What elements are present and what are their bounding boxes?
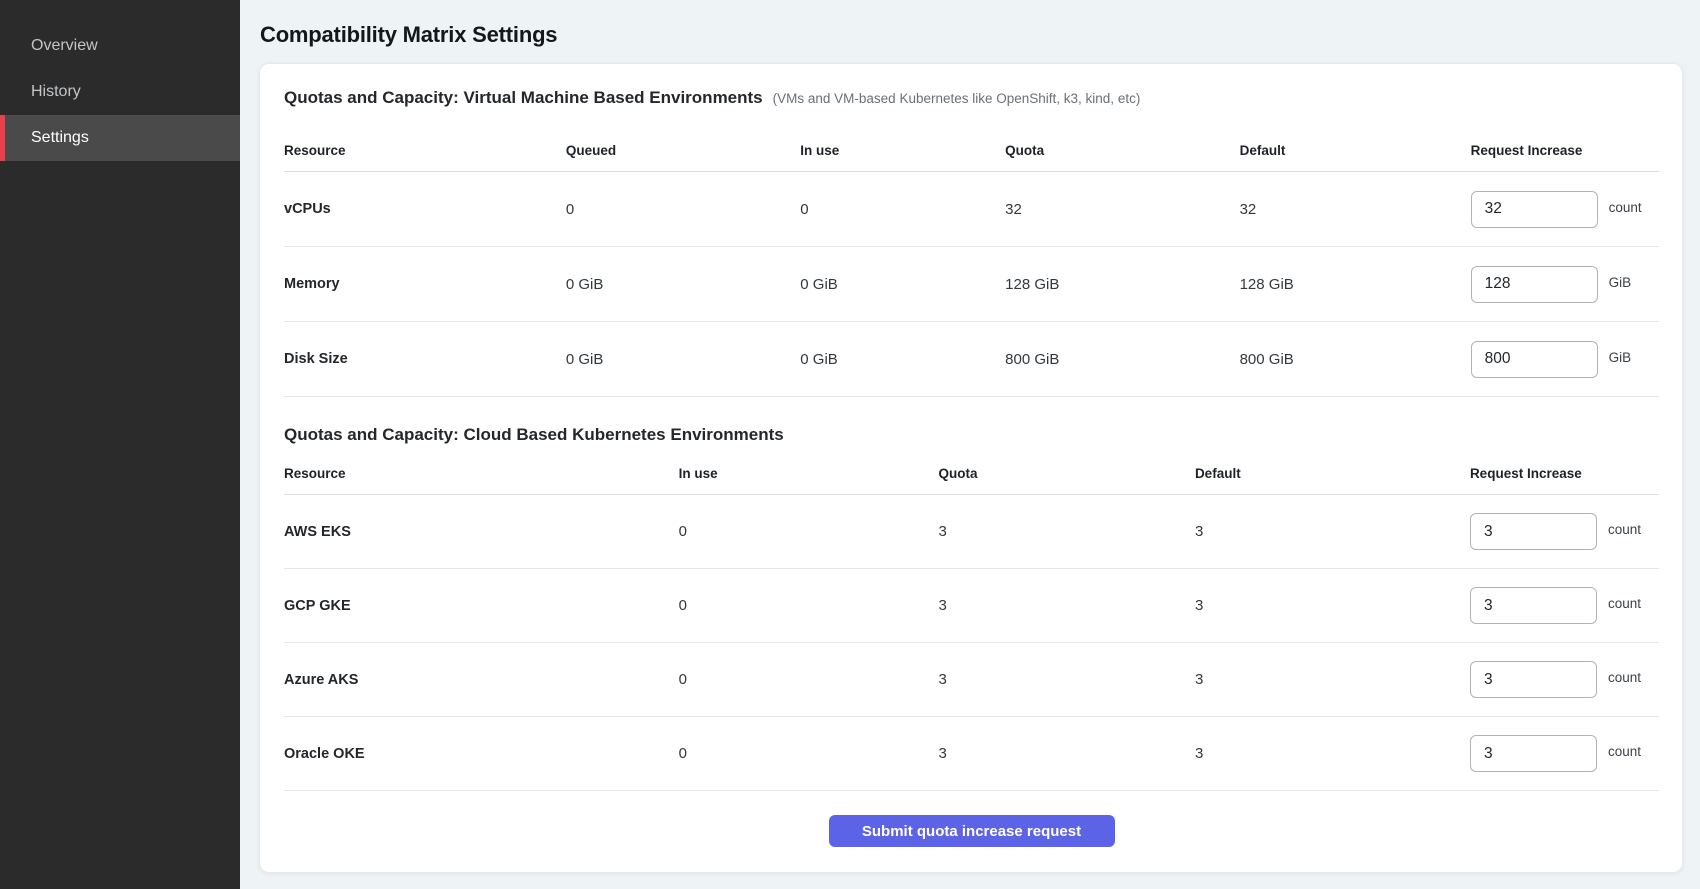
column-header-default: Default (1195, 466, 1470, 481)
request-increase-cell: count (1470, 513, 1659, 550)
cloud-section-title: Quotas and Capacity: Cloud Based Kuberne… (284, 425, 784, 445)
vm-table-header: Resource Queued In use Quota Default Req… (284, 108, 1659, 172)
unit-label: GiB (1609, 275, 1632, 290)
resource-name: GCP GKE (284, 598, 679, 614)
main-content: Compatibility Matrix Settings Quotas and… (240, 0, 1700, 889)
sidebar-item-label: History (31, 83, 81, 101)
quota-value: 3 (939, 671, 1195, 688)
column-header-resource: Resource (284, 466, 679, 481)
sidebar: Overview History Settings (0, 0, 240, 889)
resource-name: Oracle OKE (284, 746, 679, 762)
app-window: Overview History Settings Compatibility … (0, 0, 1700, 889)
vm-section-header: Quotas and Capacity: Virtual Machine Bas… (284, 88, 1659, 108)
default-value: 3 (1195, 597, 1470, 614)
in-use-value: 0 (800, 201, 1005, 218)
resource-name: Azure AKS (284, 672, 679, 688)
request-increase-cell: count (1471, 191, 1659, 228)
sidebar-item-history[interactable]: History (0, 69, 240, 115)
vcpus-request-input[interactable] (1471, 191, 1598, 228)
resource-name: AWS EKS (284, 524, 679, 540)
quota-value: 3 (939, 745, 1195, 762)
unit-label: count (1608, 596, 1641, 611)
in-use-value: 0 (679, 745, 939, 762)
aws-eks-request-input[interactable] (1470, 513, 1597, 550)
request-increase-cell: count (1470, 735, 1659, 772)
default-value: 3 (1195, 671, 1470, 688)
in-use-value: 0 GiB (800, 276, 1005, 293)
settings-card: Quotas and Capacity: Virtual Machine Bas… (259, 63, 1683, 873)
table-row-memory: Memory 0 GiB 0 GiB 128 GiB 128 GiB GiB (284, 247, 1659, 322)
resource-name: Memory (284, 276, 566, 292)
sidebar-item-settings[interactable]: Settings (0, 115, 240, 161)
column-header-queued: Queued (566, 143, 800, 158)
resource-name: Disk Size (284, 351, 566, 367)
table-row-aws-eks: AWS EKS 0 3 3 count (284, 495, 1659, 569)
in-use-value: 0 GiB (800, 351, 1005, 368)
cloud-table-header: Resource In use Quota Default Request In… (284, 445, 1659, 495)
quota-value: 3 (939, 597, 1195, 614)
sidebar-item-overview[interactable]: Overview (0, 23, 240, 69)
quota-value: 128 GiB (1005, 276, 1239, 293)
column-header-quota: Quota (1005, 143, 1239, 158)
quota-value: 32 (1005, 201, 1239, 218)
request-increase-cell: count (1470, 661, 1659, 698)
unit-label: count (1608, 670, 1641, 685)
column-header-resource: Resource (284, 143, 566, 158)
column-header-default: Default (1240, 143, 1471, 158)
default-value: 3 (1195, 745, 1470, 762)
default-value: 800 GiB (1240, 351, 1471, 368)
table-row-oracle-oke: Oracle OKE 0 3 3 count (284, 717, 1659, 791)
column-header-in-use: In use (679, 466, 939, 481)
default-value: 32 (1240, 201, 1471, 218)
sidebar-item-label: Overview (31, 37, 98, 55)
request-increase-cell: count (1470, 587, 1659, 624)
oracle-oke-request-input[interactable] (1470, 735, 1597, 772)
resource-name: vCPUs (284, 201, 566, 217)
in-use-value: 0 (679, 523, 939, 540)
in-use-value: 0 (679, 597, 939, 614)
request-increase-cell: GiB (1471, 341, 1659, 378)
azure-aks-request-input[interactable] (1470, 661, 1597, 698)
unit-label: count (1608, 522, 1641, 537)
active-accent-bar (0, 115, 5, 161)
unit-label: count (1608, 744, 1641, 759)
column-header-in-use: In use (800, 143, 1005, 158)
default-value: 3 (1195, 523, 1470, 540)
table-row-disk-size: Disk Size 0 GiB 0 GiB 800 GiB 800 GiB Gi… (284, 322, 1659, 397)
quota-value: 3 (939, 523, 1195, 540)
gcp-gke-request-input[interactable] (1470, 587, 1597, 624)
request-increase-cell: GiB (1471, 266, 1659, 303)
default-value: 128 GiB (1240, 276, 1471, 293)
vm-section-title: Quotas and Capacity: Virtual Machine Bas… (284, 88, 763, 108)
memory-request-input[interactable] (1471, 266, 1598, 303)
queued-value: 0 GiB (566, 351, 800, 368)
in-use-value: 0 (679, 671, 939, 688)
queued-value: 0 GiB (566, 276, 800, 293)
disk-size-request-input[interactable] (1471, 341, 1598, 378)
column-header-quota: Quota (939, 466, 1195, 481)
cloud-section-header: Quotas and Capacity: Cloud Based Kuberne… (284, 425, 1659, 445)
submit-quota-increase-button[interactable]: Submit quota increase request (829, 815, 1115, 847)
quota-value: 800 GiB (1005, 351, 1239, 368)
sidebar-item-label: Settings (31, 129, 89, 147)
page-title: Compatibility Matrix Settings (260, 22, 1683, 48)
queued-value: 0 (566, 201, 800, 218)
unit-label: GiB (1609, 350, 1632, 365)
table-row-azure-aks: Azure AKS 0 3 3 count (284, 643, 1659, 717)
unit-label: count (1609, 200, 1642, 215)
vm-section-subtitle: (VMs and VM-based Kubernetes like OpenSh… (773, 91, 1141, 106)
column-header-request-increase: Request Increase (1471, 143, 1659, 158)
submit-button-bar: Submit quota increase request (284, 791, 1659, 871)
table-row-gcp-gke: GCP GKE 0 3 3 count (284, 569, 1659, 643)
table-row-vcpus: vCPUs 0 0 32 32 count (284, 172, 1659, 247)
column-header-request-increase: Request Increase (1470, 466, 1659, 481)
